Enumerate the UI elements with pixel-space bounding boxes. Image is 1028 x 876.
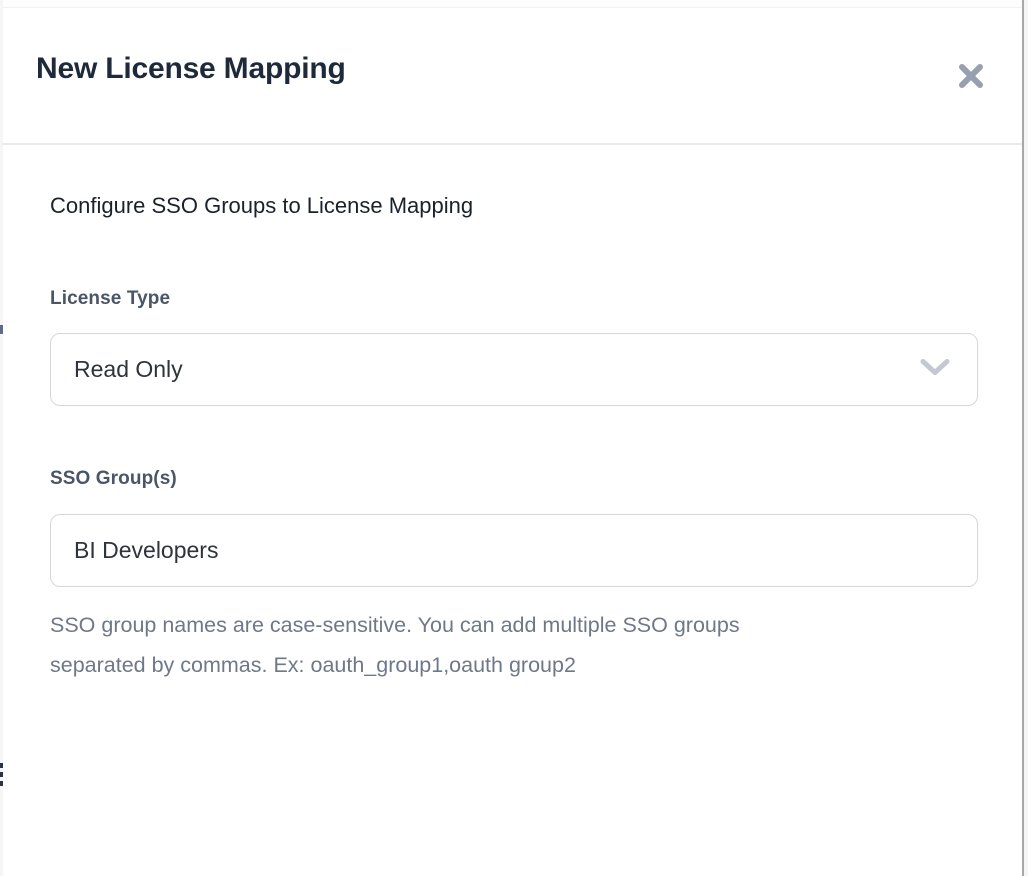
sso-groups-input[interactable] bbox=[50, 514, 978, 587]
close-icon bbox=[956, 61, 986, 91]
backdrop-right-strip bbox=[1024, 0, 1028, 876]
sso-groups-help-text: SSO group names are case-sensitive. You … bbox=[50, 605, 950, 685]
background-fragment bbox=[0, 325, 3, 334]
license-type-label: License Type bbox=[50, 288, 170, 310]
dialog-description: Configure SSO Groups to License Mapping bbox=[50, 193, 473, 219]
backdrop-left-strip bbox=[0, 0, 3, 876]
dialog-body: Configure SSO Groups to License Mapping … bbox=[3, 147, 1022, 876]
new-license-mapping-dialog: New License Mapping Configure SSO Groups… bbox=[3, 8, 1022, 876]
dialog-header: New License Mapping bbox=[3, 8, 1022, 145]
close-button[interactable] bbox=[951, 56, 991, 96]
backdrop-top-strip bbox=[0, 0, 1028, 8]
background-menu-icon-fragment bbox=[0, 781, 3, 786]
background-menu-icon-fragment bbox=[0, 763, 3, 768]
chevron-down-icon bbox=[919, 358, 951, 381]
background-menu-icon-fragment bbox=[0, 772, 3, 777]
help-text-line: SSO group names are case-sensitive. You … bbox=[50, 605, 950, 645]
license-type-selected-value: Read Only bbox=[74, 356, 183, 383]
help-text-line: separated by commas. Ex: oauth_group1,oa… bbox=[50, 645, 950, 685]
sso-groups-label: SSO Group(s) bbox=[50, 468, 177, 490]
license-type-select[interactable]: Read Only bbox=[50, 333, 978, 406]
dialog-title: New License Mapping bbox=[36, 52, 346, 86]
modal-right-edge bbox=[1022, 0, 1024, 876]
